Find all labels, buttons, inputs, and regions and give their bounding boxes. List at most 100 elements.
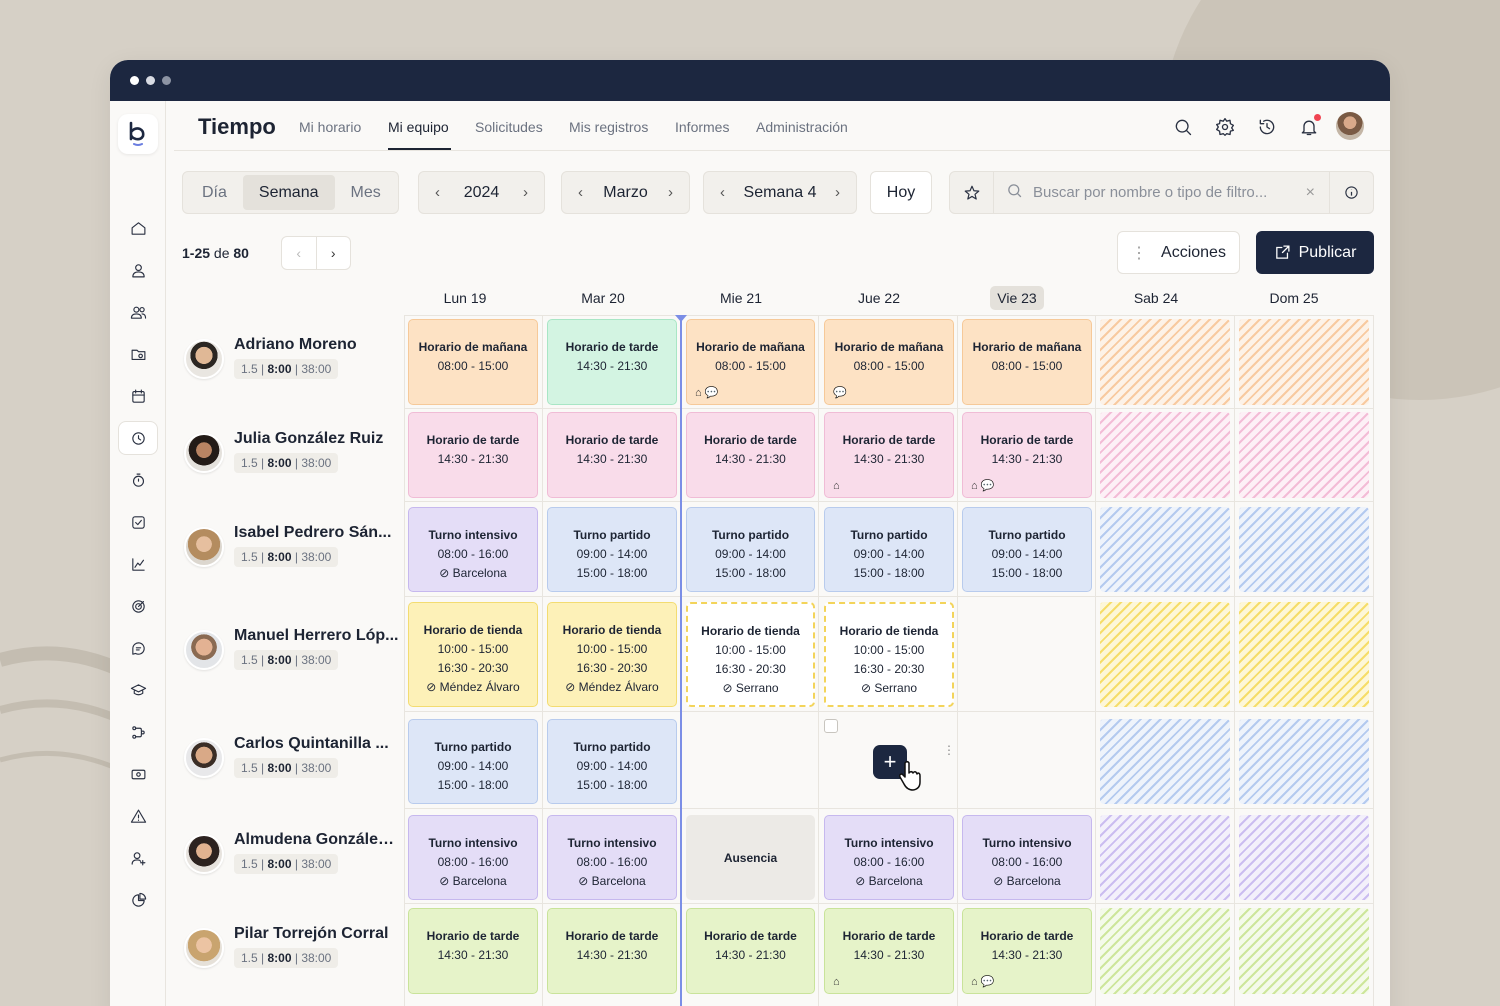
- shift-card[interactable]: Horario de tarde 14:30 - 21:30 ⌂ 💬: [962, 908, 1092, 994]
- weekend-placeholder[interactable]: [1100, 908, 1230, 994]
- info-icon[interactable]: [1329, 172, 1373, 213]
- today-button[interactable]: Hoy: [870, 171, 932, 214]
- grid-cell[interactable]: [958, 712, 1096, 809]
- grid-cell[interactable]: [681, 712, 819, 809]
- nav-mi-equipo[interactable]: Mi equipo: [388, 119, 449, 135]
- week-prev-chevron-icon[interactable]: ‹: [704, 184, 741, 201]
- pie-chart-icon[interactable]: [118, 883, 158, 917]
- employee-row[interactable]: Carlos Quintanilla ... 1.5 | 8:00 | 38:0…: [182, 733, 397, 783]
- shift-card-draft[interactable]: Horario de tienda 10:00 - 15:00 16:30 - 20…: [824, 602, 954, 707]
- search-icon[interactable]: [1173, 117, 1193, 137]
- window-dot-maximize[interactable]: [162, 76, 171, 85]
- nav-administracion[interactable]: Administración: [756, 119, 848, 135]
- timer-icon[interactable]: [118, 463, 158, 497]
- acciones-button[interactable]: ⋮ Acciones: [1117, 231, 1240, 274]
- view-mes[interactable]: Mes: [335, 172, 397, 213]
- shift-card[interactable]: Turno intensivo 08:00 - 16:00 ⊘ Barcelona: [824, 815, 954, 900]
- grid-cell[interactable]: [958, 597, 1096, 712]
- shift-card[interactable]: Horario de tarde 14:30 - 21:30: [686, 908, 815, 994]
- month-next-chevron-icon[interactable]: ›: [652, 184, 689, 201]
- add-user-icon[interactable]: [118, 841, 158, 875]
- shift-card[interactable]: Horario de tarde 14:30 - 21:30: [686, 412, 815, 498]
- week-next-chevron-icon[interactable]: ›: [819, 184, 856, 201]
- shift-card[interactable]: Turno intensivo 08:00 - 16:00 ⊘ Barcelona: [408, 815, 538, 900]
- weekend-placeholder[interactable]: [1100, 507, 1230, 592]
- shift-card[interactable]: Turno partido 09:00 - 14:00 15:00 - 18:00: [547, 719, 677, 804]
- shift-card[interactable]: Horario de tarde 14:30 - 21:30: [547, 319, 677, 405]
- cell-menu-kebab-icon[interactable]: ⋮: [943, 743, 955, 757]
- settings-icon[interactable]: [1215, 117, 1235, 137]
- shift-card[interactable]: Horario de tarde 14:30 - 21:30: [547, 412, 677, 498]
- month-prev-chevron-icon[interactable]: ‹: [562, 184, 599, 201]
- shift-card[interactable]: Turno partido 09:00 - 14:00 15:00 - 18:00: [686, 507, 815, 592]
- shift-card[interactable]: Turno partido 09:00 - 14:00 15:00 - 18:00: [547, 507, 677, 592]
- user-avatar[interactable]: [1336, 112, 1364, 140]
- weekend-placeholder[interactable]: [1239, 719, 1369, 804]
- shift-card[interactable]: Horario de tienda 10:00 - 15:00 16:30 - 20…: [547, 602, 677, 707]
- money-icon[interactable]: [118, 757, 158, 791]
- weekend-placeholder[interactable]: [1100, 815, 1230, 900]
- page-prev-chevron-icon[interactable]: ‹: [282, 237, 317, 269]
- warning-icon[interactable]: [118, 799, 158, 833]
- weekend-placeholder[interactable]: [1239, 815, 1369, 900]
- weekend-placeholder[interactable]: [1239, 319, 1369, 405]
- folder-icon[interactable]: [118, 337, 158, 371]
- employee-row[interactable]: Adriano Moreno 1.5 | 8:00 | 38:00: [182, 334, 397, 384]
- window-dot-minimize[interactable]: [146, 76, 155, 85]
- nav-informes[interactable]: Informes: [675, 119, 729, 135]
- brand-logo[interactable]: [118, 114, 158, 154]
- weekend-placeholder[interactable]: [1239, 908, 1369, 994]
- shift-card[interactable]: Turno intensivo 08:00 - 16:00 ⊘ Barcelona: [962, 815, 1092, 900]
- nav-mis-registros[interactable]: Mis registros: [569, 119, 648, 135]
- shift-card[interactable]: Turno partido 09:00 - 14:00 15:00 - 18:00: [962, 507, 1092, 592]
- weekend-placeholder[interactable]: [1100, 602, 1230, 707]
- shift-card[interactable]: Horario de mañana 08:00 - 15:00 ⌂ 💬: [686, 319, 815, 405]
- nav-solicitudes[interactable]: Solicitudes: [475, 119, 543, 135]
- weekend-placeholder[interactable]: [1239, 507, 1369, 592]
- weekend-placeholder[interactable]: [1239, 412, 1369, 498]
- year-prev-chevron-icon[interactable]: ‹: [419, 184, 456, 201]
- shift-card[interactable]: Horario de tarde 14:30 - 21:30: [408, 412, 538, 498]
- shift-card[interactable]: Turno partido 09:00 - 14:00 15:00 - 18:00: [408, 719, 538, 804]
- weekend-placeholder[interactable]: [1100, 319, 1230, 405]
- shift-card[interactable]: Horario de mañana 08:00 - 15:00: [408, 319, 538, 405]
- year-next-chevron-icon[interactable]: ›: [507, 184, 544, 201]
- employee-row[interactable]: Pilar Torrejón Corral 1.5 | 8:00 | 38:00: [182, 923, 397, 973]
- nav-mi-horario[interactable]: Mi horario: [299, 119, 361, 135]
- publicar-button[interactable]: Publicar: [1256, 231, 1374, 274]
- employee-row[interactable]: Manuel Herrero Lóp... 1.5 | 8:00 | 38:00: [182, 625, 398, 675]
- shift-card[interactable]: Horario de mañana 08:00 - 15:00: [962, 319, 1092, 405]
- shift-card[interactable]: Horario de tarde 14:30 - 21:30: [408, 908, 538, 994]
- chart-icon[interactable]: [118, 547, 158, 581]
- page-next-chevron-icon[interactable]: ›: [317, 237, 351, 269]
- shift-card[interactable]: Turno partido 09:00 - 14:00 15:00 - 18:00: [824, 507, 954, 592]
- view-dia[interactable]: Día: [186, 172, 243, 213]
- view-semana[interactable]: Semana: [242, 175, 335, 210]
- weekend-placeholder[interactable]: [1100, 719, 1230, 804]
- weekend-placeholder[interactable]: [1100, 412, 1230, 498]
- employee-row[interactable]: Isabel Pedrero Sán... 1.5 | 8:00 | 38:00: [182, 522, 397, 572]
- clock-icon[interactable]: [118, 421, 158, 455]
- absence-card[interactable]: Ausencia: [686, 815, 815, 900]
- shift-card[interactable]: Turno intensivo 08:00 - 16:00 ⊘ Barcelona: [547, 815, 677, 900]
- team-icon[interactable]: [118, 295, 158, 329]
- shift-card[interactable]: Horario de mañana 08:00 - 15:00 💬: [824, 319, 954, 405]
- weekend-placeholder[interactable]: [1239, 602, 1369, 707]
- chat-icon[interactable]: [118, 631, 158, 665]
- shift-card[interactable]: Horario de tarde 14:30 - 21:30 ⌂: [824, 412, 954, 498]
- cell-select-checkbox[interactable]: [824, 719, 838, 733]
- home-icon[interactable]: [118, 211, 158, 245]
- window-dot-close[interactable]: [130, 76, 139, 85]
- search-input[interactable]: Buscar por nombre o tipo de filtro...: [1033, 184, 1306, 201]
- shift-card-draft[interactable]: Horario de tienda 10:00 - 15:00 16:30 - 20…: [686, 602, 815, 707]
- calendar-icon[interactable]: [118, 379, 158, 413]
- shift-card[interactable]: Horario de tarde 14:30 - 21:30 ⌂ 💬: [962, 412, 1092, 498]
- favorite-star-icon[interactable]: [950, 172, 994, 213]
- shift-card[interactable]: Horario de tienda 10:00 - 15:00 16:30 - 20…: [408, 602, 538, 707]
- shift-card[interactable]: Turno intensivo 08:00 - 16:00 ⊘ Barcelona: [408, 507, 538, 592]
- shift-card[interactable]: Horario de tarde 14:30 - 21:30 ⌂: [824, 908, 954, 994]
- employee-row[interactable]: Almudena González... 1.5 | 8:00 | 38:00: [182, 829, 399, 879]
- clear-search-icon[interactable]: ×: [1306, 184, 1315, 202]
- shift-card[interactable]: Horario de tarde 14:30 - 21:30: [547, 908, 677, 994]
- graduation-icon[interactable]: [118, 673, 158, 707]
